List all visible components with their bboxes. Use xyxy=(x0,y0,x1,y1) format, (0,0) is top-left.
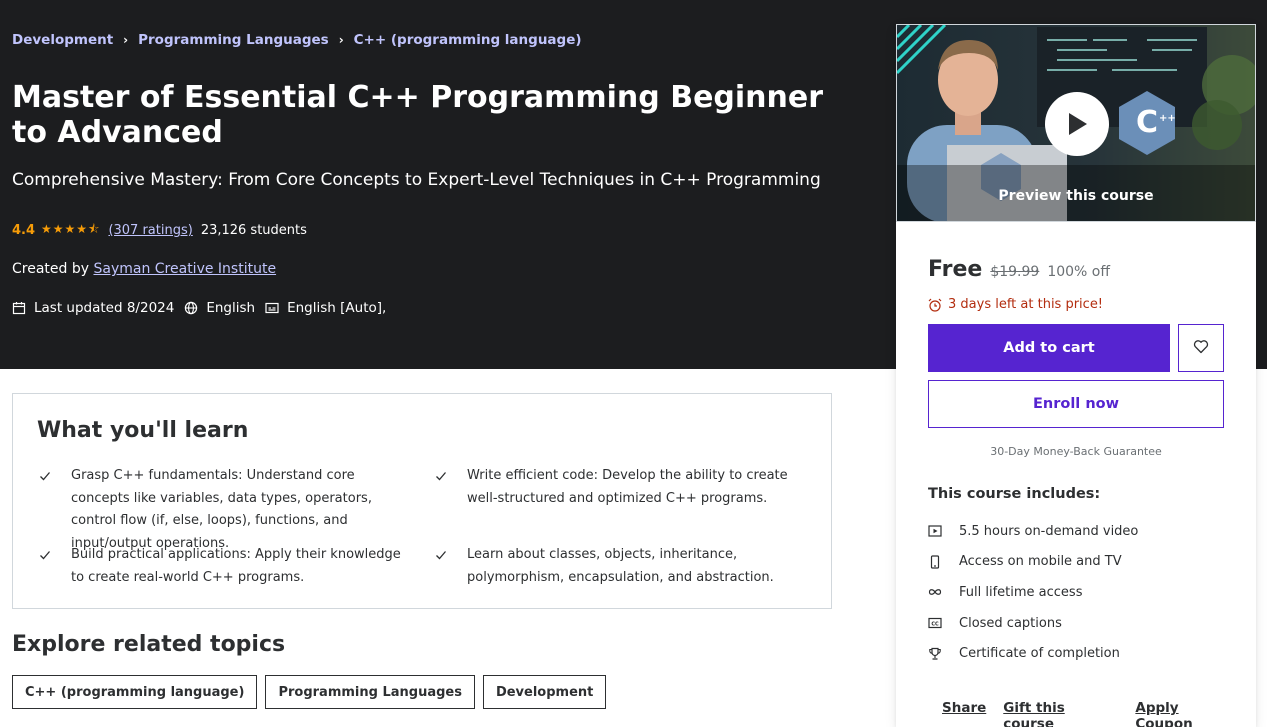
check-icon xyxy=(39,547,53,589)
course-captions: English [Auto], xyxy=(287,300,387,316)
infinity-icon xyxy=(928,585,942,599)
check-icon xyxy=(435,547,449,589)
calendar-icon xyxy=(12,301,26,315)
learn-item-text: Grasp C++ fundamentals: Understand core … xyxy=(71,468,372,551)
course-language: English xyxy=(206,300,256,316)
course-subtitle: Comprehensive Mastery: From Core Concept… xyxy=(12,170,821,190)
preview-label: Preview this course xyxy=(998,188,1154,204)
what-youll-learn-box: What you'll learn Grasp C++ fundamentals… xyxy=(12,393,832,609)
price-timer: 3 days left at this price! xyxy=(928,297,1103,312)
purchase-sidebar: C ++ Preview this course Free $19.99 100… xyxy=(896,24,1256,727)
apply-coupon-link[interactable]: Apply Coupon xyxy=(1135,700,1239,727)
includes-item: Certificate of completion xyxy=(928,638,1138,669)
video-icon xyxy=(928,524,942,538)
breadcrumb-development[interactable]: Development xyxy=(12,32,113,48)
rating-row: 4.4 ★★★★⯪ (307 ratings) 23,126 students xyxy=(12,220,307,241)
students-count: 23,126 students xyxy=(200,223,307,238)
course-title: Master of Essential C++ Programming Begi… xyxy=(12,80,824,150)
includes-item-label: 5.5 hours on-demand video xyxy=(959,523,1139,539)
sidebar-links: Share Gift this course Apply Coupon xyxy=(942,700,1256,727)
includes-item: Access on mobile and TV xyxy=(928,547,1138,578)
learn-item: Grasp C++ fundamentals: Understand core … xyxy=(39,465,409,555)
current-price: Free xyxy=(928,257,983,282)
learn-item-text: Build practical applications: Apply thei… xyxy=(71,547,401,585)
learn-item-text: Write efficient code: Develop the abilit… xyxy=(467,468,788,506)
svg-text:CC: CC xyxy=(931,621,939,627)
instructor-link[interactable]: Sayman Creative Institute xyxy=(93,261,276,277)
breadcrumb: Development › Programming Languages › C+… xyxy=(12,32,582,48)
play-icon[interactable] xyxy=(1045,92,1109,156)
wishlist-button[interactable] xyxy=(1178,324,1224,372)
rating-value: 4.4 xyxy=(12,223,36,238)
course-meta: Last updated 8/2024 English English [Aut… xyxy=(12,300,396,316)
timer-text: 3 days left at this price! xyxy=(948,297,1104,312)
course-preview[interactable]: C ++ Preview this course xyxy=(896,24,1256,222)
learn-item: Write efficient code: Develop the abilit… xyxy=(435,465,805,510)
money-back-guarantee: 30-Day Money-Back Guarantee xyxy=(990,445,1162,458)
check-icon xyxy=(435,468,449,510)
includes-item-label: Closed captions xyxy=(959,615,1062,631)
check-icon xyxy=(39,468,53,555)
breadcrumb-cpp[interactable]: C++ (programming language) xyxy=(354,32,582,48)
svg-text:++: ++ xyxy=(1159,113,1176,124)
includes-item-label: Access on mobile and TV xyxy=(959,554,1122,570)
learn-item-text: Learn about classes, objects, inheritanc… xyxy=(467,547,774,585)
mobile-icon xyxy=(928,555,942,569)
chevron-right-icon: › xyxy=(123,33,129,47)
chevron-right-icon: › xyxy=(338,33,344,47)
topic-development[interactable]: Development xyxy=(482,675,607,709)
includes-item: Full lifetime access xyxy=(928,577,1138,608)
created-by-label: Created by xyxy=(12,261,90,277)
includes-item: CC Closed captions xyxy=(928,608,1138,639)
includes-list: 5.5 hours on-demand video Access on mobi… xyxy=(928,516,1138,669)
topic-programming-languages[interactable]: Programming Languages xyxy=(265,675,475,709)
includes-item: 5.5 hours on-demand video xyxy=(928,516,1138,547)
includes-item-label: Certificate of completion xyxy=(959,646,1120,662)
includes-item-label: Full lifetime access xyxy=(959,584,1083,600)
gift-course-link[interactable]: Gift this course xyxy=(1003,700,1118,727)
trophy-icon xyxy=(928,647,942,661)
globe-icon xyxy=(184,301,198,315)
heart-icon xyxy=(1193,339,1209,358)
topic-cpp[interactable]: C++ (programming language) xyxy=(12,675,258,709)
discount-percent: 100% off xyxy=(1047,264,1110,280)
star-rating-icon: ★★★★⯪ xyxy=(41,222,101,236)
alarm-clock-icon xyxy=(928,298,942,312)
captions-icon xyxy=(265,301,279,315)
breadcrumb-programming-languages[interactable]: Programming Languages xyxy=(138,32,329,48)
last-updated: Last updated 8/2024 xyxy=(34,300,175,316)
includes-title: This course includes: xyxy=(928,486,1101,502)
add-to-cart-button[interactable]: Add to cart xyxy=(928,324,1170,372)
created-by: Created by Sayman Creative Institute xyxy=(12,261,276,277)
share-link[interactable]: Share xyxy=(942,700,986,727)
related-topics: C++ (programming language) Programming L… xyxy=(12,675,614,709)
learn-item: Learn about classes, objects, inheritanc… xyxy=(435,544,805,589)
enroll-now-button[interactable]: Enroll now xyxy=(928,380,1224,428)
svg-text:C: C xyxy=(1136,105,1158,140)
learn-item: Build practical applications: Apply thei… xyxy=(39,544,409,589)
learn-heading: What you'll learn xyxy=(37,418,249,443)
price-row: Free $19.99 100% off xyxy=(928,257,1110,282)
ratings-count-link[interactable]: (307 ratings) xyxy=(108,223,192,238)
original-price: $19.99 xyxy=(990,264,1040,280)
captions-icon: CC xyxy=(928,616,942,630)
explore-heading: Explore related topics xyxy=(12,632,286,657)
